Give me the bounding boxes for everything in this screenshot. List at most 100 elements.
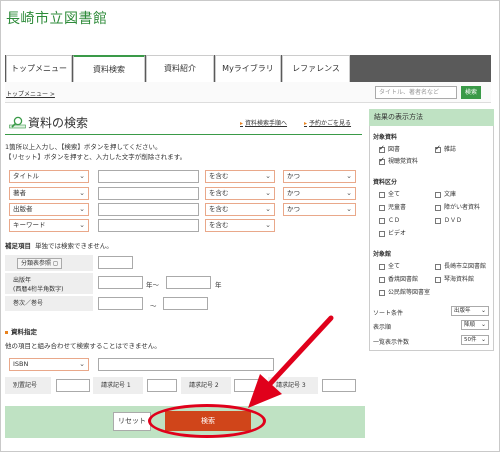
match-select-3[interactable]: を含む ⌄ <box>205 203 275 216</box>
year-from-suffix: 年～ <box>146 281 159 289</box>
checkbox-category-cd[interactable]: ＣＤ <box>379 215 400 224</box>
keyword-input-1[interactable] <box>98 170 199 183</box>
tab-reference[interactable]: レファレンス <box>282 55 350 82</box>
checkbox-icon <box>379 276 385 283</box>
checkbox-av[interactable]: 視聴覚資料 <box>379 156 418 165</box>
conj-select-2[interactable]: かつ ⌄ <box>283 187 356 200</box>
chevron-down-icon: ⌄ <box>265 205 271 213</box>
chevron-down-icon: ⌄ <box>79 172 85 180</box>
magnifier-icon <box>9 116 26 129</box>
supplement-heading: 補足項目 単独では検索できません。 <box>5 242 113 250</box>
order-select[interactable]: 降順 ⌄ <box>461 320 489 330</box>
triangle-icon: ▸ <box>304 120 308 127</box>
triangle-icon: ▸ <box>240 120 244 127</box>
checkbox-checked-icon <box>435 144 441 153</box>
match-select-2[interactable]: を含む ⌄ <box>205 187 275 200</box>
checkbox-icon <box>435 263 441 270</box>
checkbox-category-video[interactable]: ビデオ <box>379 228 406 237</box>
checkbox-library-kinkai[interactable]: 琴海資料館 <box>435 274 474 283</box>
reservation-cart-link[interactable]: ▸ 予約かごを見る <box>304 118 351 127</box>
chevron-down-icon: ⌄ <box>480 307 486 314</box>
checkbox-icon <box>435 204 441 211</box>
chevron-down-icon: ⌄ <box>79 189 85 197</box>
checkbox-magazines[interactable]: 雑誌 <box>435 144 456 153</box>
checkbox-category-dvd[interactable]: ＤＶＤ <box>435 215 462 224</box>
breadcrumb[interactable]: トップメニュー > <box>6 89 55 98</box>
checkbox-category-all[interactable]: 全て <box>379 189 400 198</box>
field-select-4[interactable]: キーワード ⌄ <box>9 219 89 232</box>
match-select-4[interactable]: を含む ⌄ <box>205 219 275 232</box>
year-label: 出版年 <box>13 277 32 284</box>
chevron-down-icon: ⌄ <box>346 189 352 197</box>
checkbox-icon <box>379 217 385 224</box>
count-select[interactable]: 50件 ⌄ <box>461 335 489 345</box>
id-type-select[interactable]: ISBN ⌄ <box>9 358 89 371</box>
class-number-input[interactable] <box>98 256 133 269</box>
conj-select-3[interactable]: かつ ⌄ <box>283 203 356 216</box>
target-materials-label: 対象資料 <box>373 134 398 141</box>
help-text-line1: 1箇所以上入力し、【検索】ボタンを押してください。 <box>5 143 162 151</box>
result-options-title: 結果の表示方法 <box>369 109 494 126</box>
search-guide-link[interactable]: ▸ 資料検索手順へ <box>240 118 287 127</box>
field-select-2[interactable]: 著者 ⌄ <box>9 187 89 200</box>
checkbox-checked-icon <box>379 156 385 165</box>
tab-introduction[interactable]: 資料紹介 <box>146 55 214 82</box>
chevron-down-icon: ⌄ <box>79 205 85 213</box>
tab-search[interactable]: 資料検索 <box>73 55 145 82</box>
conj-select-1[interactable]: かつ ⌄ <box>283 170 356 183</box>
quick-search-button[interactable]: 検索 <box>461 86 481 99</box>
volume-to-input[interactable] <box>163 297 208 310</box>
checkbox-icon <box>435 191 441 198</box>
call-number-1-label: 請求記号 1 <box>93 377 143 394</box>
year-to-input[interactable] <box>166 276 211 289</box>
chevron-down-icon: ⌄ <box>265 172 271 180</box>
keyword-input-4[interactable] <box>98 219 199 232</box>
tab-top-menu[interactable]: トップメニュー <box>6 55 72 82</box>
checkbox-icon <box>435 217 441 224</box>
reset-button[interactable]: リセット <box>113 412 151 431</box>
material-spec-heading: 資料指定 <box>5 326 37 336</box>
checkbox-library-main[interactable]: 長崎市立図書館 <box>435 261 486 270</box>
chevron-down-icon: ⌄ <box>265 221 271 229</box>
call-number-2-label: 請求記号 2 <box>181 377 231 394</box>
location-code-input[interactable] <box>56 379 90 392</box>
checkbox-category-paperback[interactable]: 文庫 <box>435 189 456 198</box>
material-spec-note: 他の項目と組み合わせて検索することはできません。 <box>5 342 161 350</box>
field-select-1[interactable]: タイトル ⌄ <box>9 170 89 183</box>
year-from-input[interactable] <box>98 276 143 289</box>
volume-label: 巻次／巻号 <box>5 296 93 311</box>
volume-range-sep: ～ <box>150 302 157 310</box>
checkbox-library-all[interactable]: 全て <box>379 261 400 270</box>
quick-search-input[interactable]: タイトル、著者名など <box>375 86 457 99</box>
chevron-down-icon: ⌄ <box>79 360 85 368</box>
checkbox-icon <box>379 230 385 237</box>
field-select-3[interactable]: 出版者 ⌄ <box>9 203 89 216</box>
chevron-down-icon: ⌄ <box>79 221 85 229</box>
library-label: 対象館 <box>373 251 392 258</box>
class-table-button[interactable]: 分類表参照 ◻ <box>17 258 62 269</box>
chevron-down-icon: ⌄ <box>346 205 352 213</box>
match-select-1[interactable]: を含む ⌄ <box>205 170 275 183</box>
year-to-suffix: 年 <box>215 281 222 289</box>
checkbox-library-community[interactable]: 公民館等図書室 <box>379 287 430 296</box>
title-divider <box>5 134 362 135</box>
sort-select[interactable]: 出版年 ⌄ <box>451 306 489 316</box>
checkbox-category-accessible[interactable]: 障がい者資料 <box>435 202 480 211</box>
keyword-input-3[interactable] <box>98 203 199 216</box>
tab-my-library[interactable]: Myライブラリ <box>215 55 281 82</box>
keyword-input-2[interactable] <box>98 187 199 200</box>
popup-icon: ◻ <box>52 260 58 267</box>
chevron-down-icon: ⌄ <box>265 189 271 197</box>
checkbox-books[interactable]: 図書 <box>379 144 400 153</box>
checkbox-library-koyagi[interactable]: 香焼図書館 <box>379 274 418 283</box>
chevron-down-icon: ⌄ <box>480 321 486 328</box>
call-number-1-input[interactable] <box>147 379 177 392</box>
checkbox-category-children[interactable]: 児童書 <box>379 202 406 211</box>
site-title[interactable]: 長崎市立図書館 <box>6 8 108 28</box>
pointer-arrow-icon <box>248 315 334 408</box>
volume-from-input[interactable] <box>98 297 143 310</box>
page-title: 資料の検索 <box>28 116 89 130</box>
bullet-icon <box>5 330 8 334</box>
location-code-label: 別置記号 <box>5 377 51 394</box>
checkbox-icon <box>379 289 385 296</box>
